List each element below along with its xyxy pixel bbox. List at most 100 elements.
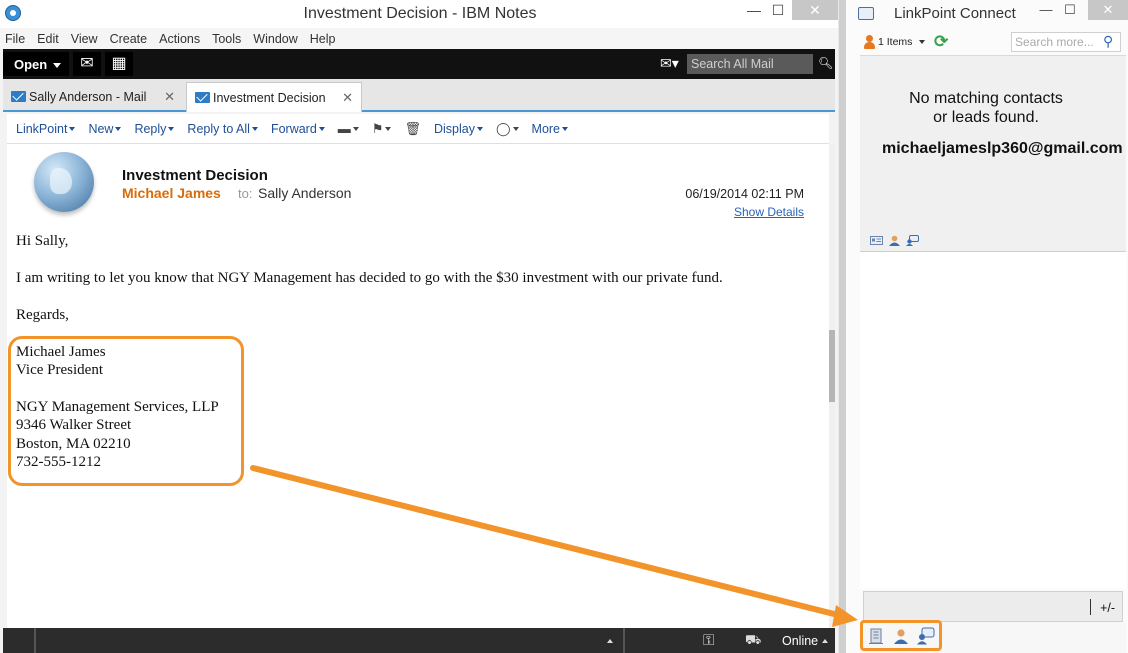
sender-email: michaeljameslp360@gmail.com xyxy=(882,140,1123,157)
mail-tab-icon xyxy=(11,91,26,102)
chevron-down-icon xyxy=(512,126,519,131)
menu-tools[interactable]: Tools xyxy=(212,32,241,46)
more-button[interactable]: More xyxy=(531,121,569,136)
maximize-button[interactable]: ☐ xyxy=(1058,0,1082,20)
flag-button[interactable]: ⚑ xyxy=(372,121,392,137)
trash-icon: 🗑︎ xyxy=(404,120,421,136)
close-tab-icon[interactable]: ✕ xyxy=(164,89,175,105)
chat-button[interactable]: ◯ xyxy=(496,121,519,137)
show-details-link[interactable]: Show Details xyxy=(734,205,804,219)
menu-view[interactable]: View xyxy=(71,32,98,46)
linkpoint-toolbar: 1 Items ⟳ Search more... ⚲ xyxy=(860,30,1126,56)
open-button-label: Open xyxy=(14,57,48,72)
new-button[interactable]: New xyxy=(88,121,122,136)
tab-sally-anderson-mail[interactable]: Sally Anderson - Mail ✕ xyxy=(3,82,183,112)
chevron-down-icon xyxy=(69,126,76,131)
speech-bubble-icon: ◯ xyxy=(495,120,511,136)
key-icon[interactable]: ⚿ xyxy=(703,632,714,649)
menu-actions[interactable]: Actions xyxy=(159,32,200,46)
tab-bar: Sally Anderson - Mail ✕ Investment Decis… xyxy=(3,79,835,112)
add-remove-button[interactable]: +/- xyxy=(1100,601,1115,615)
search-mail-input[interactable]: Search All Mail xyxy=(687,54,813,74)
action-label: Forward xyxy=(270,121,317,136)
mail-icon[interactable]: ✉ xyxy=(73,52,101,76)
chevron-up-icon[interactable] xyxy=(607,639,613,643)
open-button[interactable]: Open xyxy=(3,52,69,76)
chevron-down-icon xyxy=(352,126,359,131)
refresh-icon[interactable]: ⟳ xyxy=(934,32,948,52)
forward-button[interactable]: Forward xyxy=(271,122,325,136)
message-subject: Investment Decision xyxy=(122,167,268,184)
action-label: LinkPoint xyxy=(16,121,68,136)
chevron-down-icon xyxy=(168,126,175,131)
linkpoint-app-icon xyxy=(858,7,874,20)
chevron-down-icon xyxy=(562,126,569,131)
minimize-button[interactable]: — xyxy=(1034,0,1058,20)
search-icon[interactable]: 🔍︎ xyxy=(818,56,833,70)
menu-bar: File Edit View Create Actions Tools Wind… xyxy=(0,28,838,49)
reply-to-all-button[interactable]: Reply to All xyxy=(187,122,258,136)
menu-create[interactable]: Create xyxy=(110,32,148,46)
window-splitter[interactable] xyxy=(838,0,846,653)
to-label: to: xyxy=(238,186,253,201)
linkpoint-footer: +/- xyxy=(863,591,1123,622)
menu-edit[interactable]: Edit xyxy=(37,32,59,46)
menu-window[interactable]: Window xyxy=(253,32,297,46)
action-label: Display xyxy=(433,121,475,136)
window-title: Investment Decision - IBM Notes xyxy=(303,5,537,22)
maximize-button[interactable]: ☐ xyxy=(766,0,790,20)
menu-help[interactable]: Help xyxy=(310,32,336,46)
add-contact-icon[interactable] xyxy=(888,235,901,246)
reply-button[interactable]: Reply xyxy=(134,121,175,136)
search-icon[interactable]: ⚲ xyxy=(1103,33,1113,50)
chevron-down-icon[interactable] xyxy=(919,40,925,44)
title-bar: Investment Decision - IBM Notes — ☐ ✕ xyxy=(0,0,838,28)
action-bar: LinkPoint New Reply Reply to All Forward… xyxy=(7,114,829,144)
sender-avatar-globe-icon xyxy=(34,152,94,212)
bottom-icons-highlight-box xyxy=(860,620,942,651)
mail-tab-icon xyxy=(195,92,210,103)
chevron-down-icon xyxy=(115,126,122,131)
calendar-icon[interactable]: ▦ xyxy=(105,52,133,76)
close-tab-icon[interactable]: ✕ xyxy=(342,90,353,106)
chevron-down-icon xyxy=(53,63,62,69)
status-divider xyxy=(34,628,36,653)
close-window-button[interactable]: ✕ xyxy=(1088,0,1128,20)
online-status[interactable]: Online xyxy=(782,634,818,648)
replication-icon[interactable]: ⛟ xyxy=(745,632,761,650)
no-match-message: No matching contacts or leads found. xyxy=(846,89,1126,127)
status-bar: ⚿ ⛟ Online xyxy=(3,628,835,653)
chevron-up-icon[interactable] xyxy=(822,639,828,643)
notes-window: Investment Decision - IBM Notes — ☐ ✕ Fi… xyxy=(0,0,838,653)
message-body: I am writing to let you know that NGY Ma… xyxy=(16,270,723,286)
folder-button[interactable]: ▬ xyxy=(338,121,359,136)
linkpoint-button[interactable]: LinkPoint xyxy=(16,121,76,136)
display-button[interactable]: Display xyxy=(434,122,483,136)
action-label: New xyxy=(88,121,114,136)
business-card-icon[interactable] xyxy=(870,235,883,246)
mail-scope-icon[interactable]: ✉▾ xyxy=(660,55,679,72)
add-lead-icon[interactable] xyxy=(906,235,919,246)
action-label: Reply to All xyxy=(187,121,250,136)
chevron-down-icon xyxy=(476,126,483,131)
linkpoint-title: LinkPoint Connect xyxy=(894,5,1016,22)
sender-name[interactable]: Michael James xyxy=(122,185,221,201)
message-pane: Investment Decision Michael James to: Sa… xyxy=(7,144,829,628)
action-label: More xyxy=(531,121,561,136)
tab-investment-decision[interactable]: Investment Decision ✕ xyxy=(186,82,362,112)
signature-highlight-box xyxy=(8,336,244,486)
no-match-line: or leads found. xyxy=(933,109,1039,126)
close-window-button[interactable]: ✕ xyxy=(792,0,838,20)
chevron-down-icon xyxy=(385,126,392,131)
delete-button[interactable]: 🗑︎ xyxy=(404,121,421,137)
menu-file[interactable]: File xyxy=(5,32,25,46)
recipient-name[interactable]: Sally Anderson xyxy=(258,185,351,201)
closing: Regards, xyxy=(16,307,69,323)
action-label: Reply xyxy=(134,121,167,136)
message-date: 06/19/2014 02:11 PM xyxy=(685,187,804,201)
text-cursor xyxy=(1090,599,1091,615)
items-count[interactable]: 1 Items xyxy=(878,36,912,48)
scrollbar-thumb[interactable] xyxy=(829,330,835,402)
minimize-button[interactable]: — xyxy=(742,0,766,20)
tab-label: Investment Decision xyxy=(213,91,326,105)
